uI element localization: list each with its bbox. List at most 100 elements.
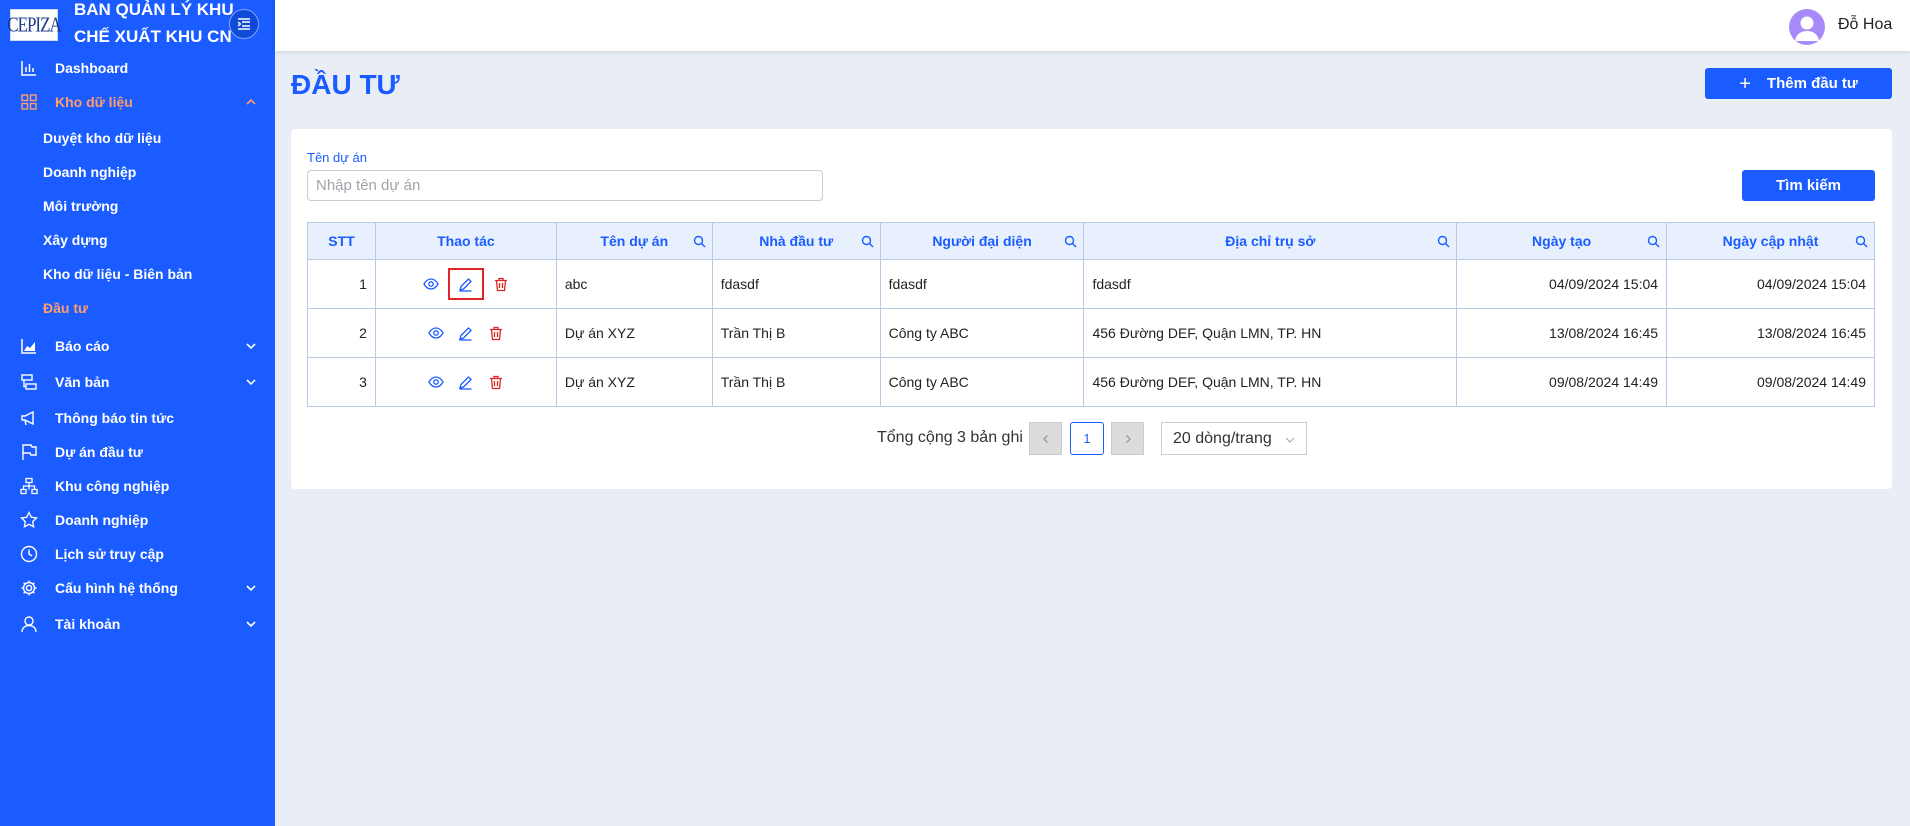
column-header-nha-dau-tu: Nhà đầu tư — [711, 222, 881, 260]
chevron-right-icon — [1125, 434, 1131, 443]
chevron-down-icon — [246, 343, 256, 350]
user-icon — [19, 614, 39, 634]
edit-button[interactable] — [453, 320, 479, 346]
sidebar-item-label: Cấu hình hệ thống — [55, 580, 178, 596]
sidebar-subitem-doanh-nghiep[interactable]: Doanh nghiệp — [43, 159, 136, 185]
sidebar-item-label: Tài khoản — [55, 616, 121, 632]
sidebar-item-lich-su-truy-cap[interactable]: Lịch sử truy cập — [0, 539, 275, 569]
cell-actions — [374, 308, 557, 358]
search-icon[interactable] — [693, 235, 706, 248]
eye-icon — [428, 376, 444, 388]
eye-icon — [428, 327, 444, 339]
logo[interactable]: CEPIZA — [7, 9, 62, 41]
sidebar-subitem-kho-du-lieu-bien-ban[interactable]: Kho dữ liệu - Biên bản — [43, 261, 192, 287]
search-icon[interactable] — [1855, 235, 1868, 248]
sidebar: CEPIZA BAN QUẢN LÝ KHU CHẾ XUẤT KHU CN D… — [0, 0, 275, 826]
cell-nguoi-dai-dien: fdasdf — [879, 259, 1085, 309]
delete-button[interactable] — [483, 320, 509, 346]
sidebar-item-doanh-nghiep[interactable]: Doanh nghiệp — [0, 505, 275, 535]
flag-icon — [19, 442, 39, 462]
brand-header: CEPIZA BAN QUẢN LÝ KHU CHẾ XUẤT KHU CN — [0, 0, 275, 52]
prev-page-button[interactable] — [1029, 422, 1062, 455]
sidebar-subitem-moi-truong[interactable]: Môi trường — [43, 193, 118, 219]
sidebar-collapse-button[interactable] — [229, 9, 259, 39]
sidebar-item-van-ban[interactable]: Văn bản — [0, 367, 275, 397]
edit-button[interactable] — [447, 268, 484, 300]
chevron-left-icon — [1042, 434, 1048, 443]
clock-icon — [19, 544, 39, 564]
megaphone-icon — [19, 408, 39, 428]
project-name-input[interactable] — [307, 170, 823, 201]
top-header: Đỗ Hoa — [275, 0, 1910, 51]
chevron-down-icon — [1285, 437, 1295, 443]
next-page-button[interactable] — [1111, 422, 1144, 455]
content-card: Tên dự án Tìm kiếm STT Thao tác Tên dự á… — [291, 129, 1892, 489]
sidebar-item-label: Lịch sử truy cập — [55, 546, 164, 562]
area-chart-icon — [19, 336, 39, 356]
sidebar-item-label: Kho dữ liệu — [55, 94, 133, 110]
column-header-stt: STT — [307, 222, 376, 260]
delete-button[interactable] — [483, 369, 509, 395]
search-icon[interactable] — [1437, 235, 1450, 248]
username[interactable]: Đỗ Hoa — [1838, 16, 1892, 34]
view-button[interactable] — [418, 271, 444, 297]
cell-ngay-tao: 09/08/2024 14:49 — [1456, 357, 1668, 407]
column-header-nguoi-dai-dien: Người đại diện — [879, 222, 1085, 260]
cell-nguoi-dai-dien: Công ty ABC — [879, 357, 1085, 407]
add-investment-button[interactable]: + Thêm đầu tư — [1705, 68, 1892, 99]
pagination: Tổng cộng 3 bản ghi 1 20 dòng/trang — [291, 422, 1892, 456]
delete-button[interactable] — [488, 271, 514, 297]
view-button[interactable] — [423, 369, 449, 395]
sidebar-subitem-dau-tu[interactable]: Đầu tư — [43, 295, 88, 321]
sidebar-subitem-xay-dung[interactable]: Xây dựng — [43, 227, 108, 253]
org-name-line1: BAN QUẢN LÝ KHU — [74, 0, 234, 19]
document-flow-icon — [19, 372, 39, 392]
pencil-icon — [459, 326, 473, 341]
sidebar-item-label: Thông báo tin tức — [55, 410, 175, 426]
search-icon[interactable] — [1647, 235, 1660, 248]
search-button[interactable]: Tìm kiếm — [1742, 170, 1875, 201]
page-size-select[interactable]: 20 dòng/trang — [1161, 422, 1307, 455]
avatar[interactable] — [1789, 9, 1825, 45]
cell-ngay-tao: 13/08/2024 16:45 — [1456, 308, 1668, 358]
investment-table: STT Thao tác Tên dự án Nhà đầu tư Người … — [307, 222, 1875, 407]
sidebar-item-kho-du-lieu[interactable]: Kho dữ liệu — [0, 87, 275, 117]
menu-fold-icon — [237, 18, 250, 30]
page-size-value: 20 dòng/trang — [1173, 429, 1272, 447]
sidebar-item-label: Văn bản — [55, 374, 110, 390]
cell-nha-dau-tu: Trần Thị B — [711, 357, 881, 407]
table-row: 3 Dự án XYZ Trần Thị B Công ty ABC 456 Đ… — [307, 357, 1875, 407]
edit-button[interactable] — [453, 369, 479, 395]
trash-icon — [489, 375, 502, 389]
cell-stt: 3 — [307, 357, 376, 407]
sidebar-item-dashboard[interactable]: Dashboard — [0, 53, 275, 83]
chevron-down-icon — [246, 585, 256, 592]
cell-dia-chi: fdasdf — [1083, 259, 1458, 309]
view-button[interactable] — [423, 320, 449, 346]
column-header-ten-du-an: Tên dự án — [555, 222, 713, 260]
page-number-1[interactable]: 1 — [1070, 422, 1104, 455]
sidebar-item-khu-cong-nghiep[interactable]: Khu công nghiệp — [0, 471, 275, 501]
chevron-down-icon — [246, 621, 256, 628]
column-header-ngay-tao: Ngày tạo — [1456, 222, 1668, 260]
bar-chart-icon — [19, 58, 39, 78]
column-header-ngay-cap-nhat: Ngày cập nhật — [1666, 222, 1875, 260]
gear-icon — [19, 578, 39, 598]
sidebar-item-thong-bao-tin-tuc[interactable]: Thông báo tin tức — [0, 403, 275, 433]
sidebar-item-bao-cao[interactable]: Báo cáo — [0, 331, 275, 361]
sidebar-item-du-an-dau-tu[interactable]: Dự án đầu tư — [0, 437, 275, 467]
cell-ten-du-an: Dự án XYZ — [555, 357, 713, 407]
pencil-icon — [459, 375, 473, 390]
total-records: Tổng cộng 3 bản ghi — [877, 429, 1023, 446]
search-icon[interactable] — [861, 235, 874, 248]
chevron-up-icon — [246, 98, 256, 105]
page-title: ĐẦU TƯ — [291, 69, 400, 100]
sidebar-item-cau-hinh-he-thong[interactable]: Cấu hình hệ thống — [0, 573, 275, 603]
column-header-dia-chi-tru-so: Địa chỉ trụ sở — [1083, 222, 1458, 260]
sidebar-item-tai-khoan[interactable]: Tài khoản — [0, 609, 275, 639]
cell-dia-chi: 456 Đường DEF, Quận LMN, TP. HN — [1083, 308, 1458, 358]
user-avatar-icon — [1795, 16, 1819, 41]
search-icon[interactable] — [1064, 235, 1077, 248]
cell-ngay-cap-nhat: 09/08/2024 14:49 — [1666, 357, 1875, 407]
sidebar-subitem-duyet-kho-du-lieu[interactable]: Duyệt kho dữ liệu — [43, 125, 161, 151]
